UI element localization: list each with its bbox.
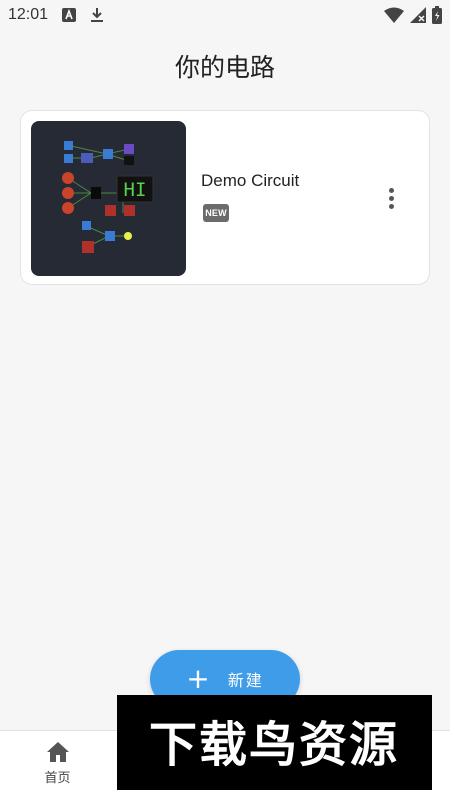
more-options-button[interactable] xyxy=(381,183,401,213)
circuit-card[interactable]: HI Demo Circuit NEW xyxy=(20,110,430,285)
status-bar: 12:01 xyxy=(0,0,450,30)
watermark-logo: 下载鸟资源 xyxy=(117,695,432,790)
new-button-label: 新建 xyxy=(227,671,264,690)
new-badge: NEW xyxy=(203,204,229,222)
wifi-icon xyxy=(384,7,404,23)
home-icon xyxy=(46,742,69,762)
plus-icon: + xyxy=(186,662,210,695)
thumbnail-hi-text: HI xyxy=(124,179,147,201)
circuit-name: Demo Circuit xyxy=(201,171,300,190)
battery-icon xyxy=(432,6,442,24)
nav-item-home[interactable]: 首页 xyxy=(30,741,85,796)
watermark-text: 下载鸟资源 xyxy=(149,717,399,773)
a-notification-icon xyxy=(62,8,77,22)
more-dot-icon xyxy=(388,195,394,201)
status-time: 12:01 xyxy=(8,6,49,23)
nav-home-label: 首页 xyxy=(44,771,71,786)
circuit-preview-graphic: HI xyxy=(62,141,154,253)
download-icon xyxy=(91,8,104,22)
circuit-thumbnail[interactable]: HI xyxy=(31,121,186,276)
page-title: 你的电路 xyxy=(174,53,275,82)
more-dot-icon xyxy=(388,203,394,209)
cellular-signal-icon xyxy=(410,7,426,23)
more-dot-icon xyxy=(388,187,394,193)
